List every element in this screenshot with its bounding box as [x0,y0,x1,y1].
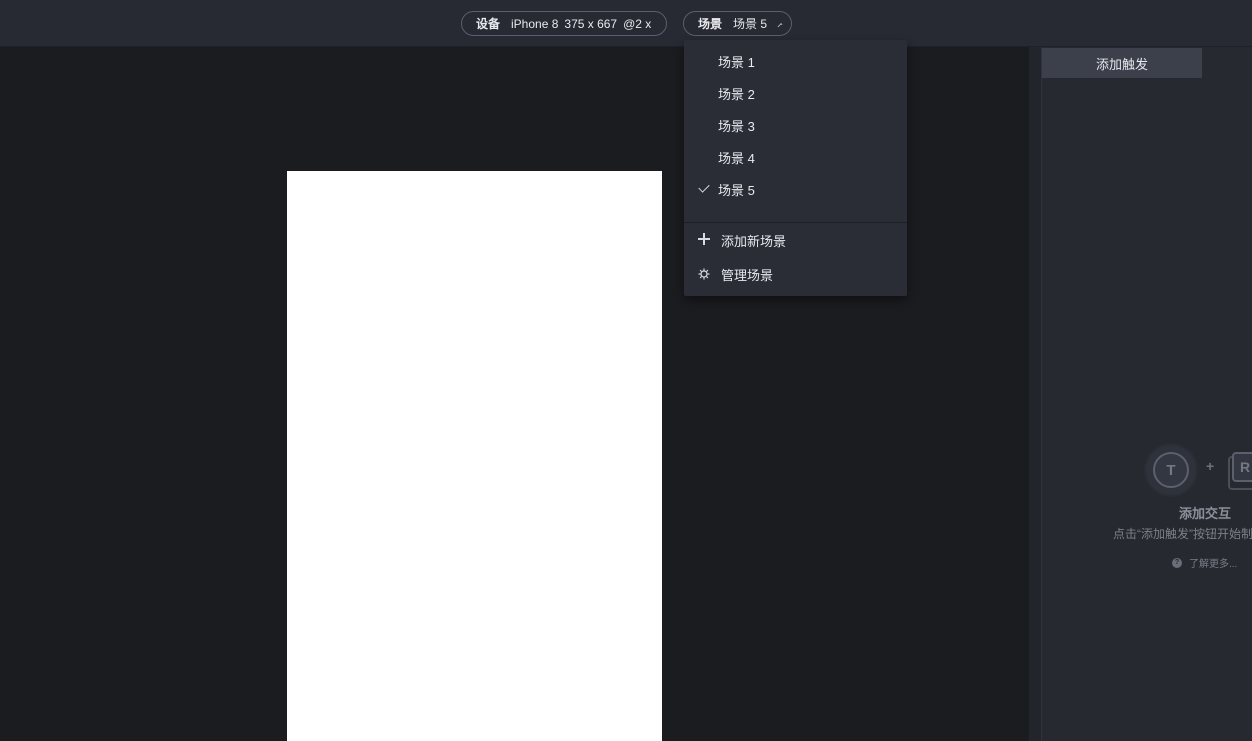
learn-more-link[interactable]: ? 了解更多... [1172,555,1237,570]
trigger-icon: T [1146,445,1196,495]
device-size: 375 x 667 [564,16,618,31]
top-toolbar: 设备 iPhone 8 375 x 667 @2 x 场景 场景 5 [0,0,1252,47]
scene-option[interactable]: 场景 1 [684,45,907,77]
gear-icon [698,268,710,280]
scene-option[interactable]: 场景 2 [684,77,907,109]
device-scale: @2 x [623,16,652,31]
device-label: 设备 [476,17,501,31]
scene-option[interactable]: 场景 3 [684,109,907,141]
add-scene-label: 添加新场景 [721,233,787,249]
scene-label: 场景 [698,17,723,31]
panel-divider[interactable] [1029,47,1042,741]
device-selector[interactable]: 设备 iPhone 8 375 x 667 @2 x [461,11,667,36]
learn-more-label: 了解更多... [1189,559,1238,570]
scene-option-label: 场景 4 [718,150,755,166]
checkmark-icon [698,181,710,193]
empty-state-description: 点击“添加触发”按钮开始制作 [1113,527,1252,541]
scene-selector[interactable]: 场景 场景 5 [683,11,792,36]
plus-icon: + [1206,458,1215,474]
manage-scenes-button[interactable]: 管理场景 [684,258,907,290]
add-scene-button[interactable]: 添加新场景 [684,224,907,256]
scene-option-label: 场景 1 [718,54,755,70]
scene-option-selected[interactable]: 场景 5 [684,173,907,205]
response-icon: R [1232,452,1252,482]
chevron-up-icon [777,22,783,28]
artboard-canvas[interactable] [287,171,662,741]
empty-state-title: 添加交互 [1179,506,1232,521]
scene-option-label: 场景 3 [718,118,755,134]
help-icon: ? [1172,557,1182,568]
scene-option-label: 场景 2 [718,86,755,102]
scene-dropdown-menu: 场景 1 场景 2 场景 3 场景 4 场景 5 添加新场景 管理场景 [684,40,907,296]
add-trigger-button[interactable]: 添加触发 [1042,48,1202,78]
plus-icon [698,233,710,245]
interaction-panel: 添加触发 T + R 添加交互 点击“添加触发”按钮开始制作 ? 了解更多... [1042,47,1252,741]
device-model: iPhone 8 [511,16,559,31]
menu-divider [684,222,907,223]
manage-scenes-label: 管理场景 [721,267,774,283]
scene-option[interactable]: 场景 4 [684,141,907,173]
scene-option-label: 场景 5 [718,182,755,198]
current-scene: 场景 5 [733,17,768,31]
